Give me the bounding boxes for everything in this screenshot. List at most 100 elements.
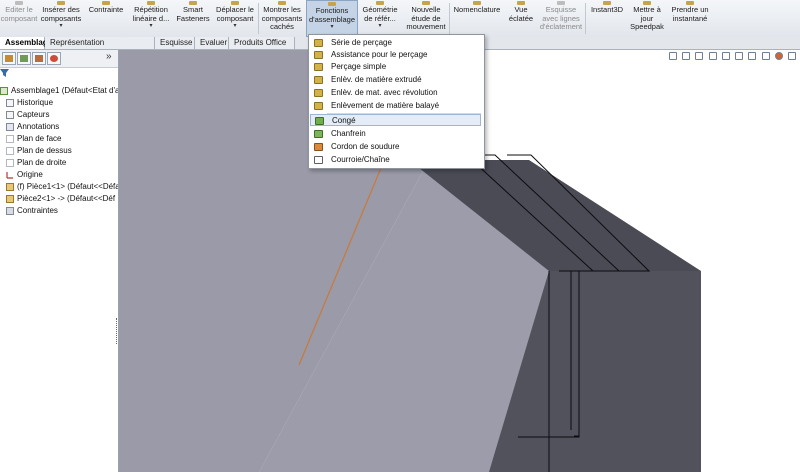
tree-item-label: (f) Pièce1<1> (Défaut<<Défa xyxy=(17,182,119,191)
tree-item-plan-de-face[interactable]: Plan de face xyxy=(6,133,61,145)
bill-of-materials-button[interactable]: Nomenclature xyxy=(450,0,504,37)
display-manager-tab[interactable] xyxy=(47,52,61,65)
tree-item-origine[interactable]: Origine xyxy=(6,169,43,181)
explode-line-sketch-label: Esquisse avec lignes d'éclatement xyxy=(539,5,583,31)
filter-icon[interactable] xyxy=(0,69,10,77)
panel-splitter-handle[interactable] xyxy=(116,318,121,344)
insert-components-label: Insérer des composants xyxy=(40,5,82,23)
chevron-down-icon[interactable]: ▾ xyxy=(307,24,357,30)
chevron-down-icon[interactable]: ▾ xyxy=(128,23,174,29)
exploded-view-button[interactable]: Vue éclatée xyxy=(504,0,538,37)
chamfer-icon xyxy=(314,130,323,138)
tab-esquisse[interactable]: Esquisse xyxy=(155,37,195,49)
speedpak-label: Mettre à jour Speedpak xyxy=(630,5,664,31)
tree-item-piece2[interactable]: Pièce2<1> -> (Défaut<<Déf xyxy=(6,193,115,205)
tab-representation-schematique[interactable]: Représentation schématique xyxy=(45,37,155,59)
menu-item-label: Enlèv. de matière extrudé xyxy=(331,75,422,84)
tree-item-capteurs[interactable]: Capteurs xyxy=(6,109,49,121)
menu-item-revolved-cut[interactable]: Enlèv. de mat. avec révolution xyxy=(310,87,481,99)
reference-geometry-button[interactable]: Géométrie de référ... ▾ xyxy=(358,0,402,37)
mate-button[interactable]: Contrainte xyxy=(84,0,128,37)
menu-item-label: Chanfrein xyxy=(331,129,366,138)
property-manager-tab[interactable] xyxy=(17,52,31,65)
linear-pattern-button[interactable]: Répétition linéaire d... ▾ xyxy=(128,0,174,37)
menu-item-chamfer[interactable]: Chanfrein xyxy=(310,128,481,140)
plane-icon xyxy=(6,146,14,155)
assembly-icon xyxy=(0,86,8,95)
smart-fasteners-button[interactable]: Smart Fasteners xyxy=(174,0,212,37)
swept-cut-icon xyxy=(314,102,323,110)
tab-produits-office[interactable]: Produits Office xyxy=(229,37,295,49)
tree-item-contraintes[interactable]: Contraintes xyxy=(6,205,58,217)
zoom-area-icon[interactable] xyxy=(695,51,704,60)
take-snapshot-button[interactable]: Prendre un instantané xyxy=(666,0,714,37)
menu-item-label: Enlèvement de matière balayé xyxy=(331,101,440,110)
tree-item-plan-de-dessus[interactable]: Plan de dessus xyxy=(6,145,72,157)
menu-item-label: Cordon de soudure xyxy=(331,142,400,151)
expand-panel-icon[interactable]: » xyxy=(106,51,112,62)
mate-label: Contrainte xyxy=(88,5,124,14)
menu-item-label: Enlèv. de mat. avec révolution xyxy=(331,88,438,97)
tree-root-label: Assemblage1 (Défaut<Etat d'affi xyxy=(11,86,119,95)
menu-item-fillet[interactable]: Congé xyxy=(310,114,481,126)
new-motion-study-button[interactable]: Nouvelle étude de mouvement xyxy=(403,0,449,37)
show-hidden-components-button[interactable]: Montrer les composants cachés xyxy=(259,0,305,37)
menu-item-label: Congé xyxy=(332,116,356,125)
chevron-down-icon[interactable]: ▾ xyxy=(38,23,84,29)
edit-component-button[interactable]: Editer le composant xyxy=(0,0,38,37)
tree-item-piece1[interactable]: (f) Pièce1<1> (Défaut<<Défa xyxy=(6,181,119,193)
smart-fasteners-label: Smart Fasteners xyxy=(176,5,210,23)
chevron-down-icon[interactable]: ▾ xyxy=(212,23,258,29)
tree-item-plan-de-droite[interactable]: Plan de droite xyxy=(6,157,66,169)
tree-item-annotations[interactable]: Annotations xyxy=(6,121,59,133)
explode-line-sketch-button[interactable]: Esquisse avec lignes d'éclatement xyxy=(538,0,584,37)
menu-item-swept-cut[interactable]: Enlèvement de matière balayé xyxy=(310,100,481,112)
menu-item-label: Série de perçage xyxy=(331,38,392,47)
tree-item-historique[interactable]: Historique xyxy=(6,97,53,109)
assembly-features-menu: Série de perçage Assistance pour le perç… xyxy=(308,34,485,169)
menu-item-hole-series[interactable]: Série de perçage xyxy=(310,37,481,49)
menu-item-extruded-cut[interactable]: Enlèv. de matière extrudé xyxy=(310,74,481,86)
configuration-manager-tab[interactable] xyxy=(32,52,46,65)
tab-evaluer[interactable]: Evaluer xyxy=(195,37,229,49)
update-speedpak-button[interactable]: Mettre à jour Speedpak xyxy=(628,0,666,37)
feature-tree-icon xyxy=(5,55,13,62)
move-component-button[interactable]: Déplacer le composant ▾ xyxy=(212,0,258,37)
view-orientation-icon[interactable] xyxy=(721,51,730,60)
tree-item-label: Historique xyxy=(17,98,54,107)
extruded-cut-icon xyxy=(314,76,323,84)
assembly-features-label: Fonctions d'assemblage xyxy=(308,6,356,24)
zoom-fit-icon[interactable] xyxy=(682,51,691,60)
plane-icon xyxy=(6,134,14,143)
view-settings-icon[interactable] xyxy=(788,51,796,60)
bom-label: Nomenclature xyxy=(453,5,501,14)
menu-item-weld-bead[interactable]: Cordon de soudure xyxy=(310,141,481,153)
display-manager-icon xyxy=(50,55,58,62)
menu-item-hole-wizard[interactable]: Assistance pour le perçage xyxy=(310,49,481,61)
display-style-icon[interactable] xyxy=(735,51,744,60)
chevron-down-icon[interactable]: ▾ xyxy=(358,23,402,29)
section-view-icon[interactable] xyxy=(708,51,717,60)
command-manager-ribbon: Editer le composant Insérer des composan… xyxy=(0,0,800,38)
assembly-features-button[interactable]: Fonctions d'assemblage ▾ xyxy=(306,0,358,37)
menu-item-label: Assistance pour le perçage xyxy=(331,50,428,59)
tree-root-assembly[interactable]: Assemblage1 (Défaut<Etat d'affi xyxy=(0,85,119,97)
origin-icon xyxy=(6,170,14,179)
previous-view-icon[interactable] xyxy=(668,51,677,60)
menu-item-belt-chain[interactable]: Courroie/Chaîne xyxy=(310,154,481,166)
fillet-icon xyxy=(315,117,324,125)
tab-assemblage[interactable]: Assemblage xyxy=(0,37,52,49)
hole-series-icon xyxy=(314,39,323,47)
menu-item-simple-hole[interactable]: Perçage simple xyxy=(310,61,481,73)
plane-icon xyxy=(6,158,14,167)
edit-appearance-icon[interactable] xyxy=(761,51,770,60)
annotations-icon xyxy=(6,122,14,131)
scene-icon[interactable] xyxy=(774,51,783,60)
edit-component-label: Editer le composant xyxy=(0,5,38,23)
property-manager-icon xyxy=(20,55,28,62)
hide-show-icon[interactable] xyxy=(748,51,757,60)
feature-manager-tab[interactable] xyxy=(2,52,16,65)
instant3d-button[interactable]: Instant3D xyxy=(586,0,628,37)
motion-study-label: Nouvelle étude de mouvement xyxy=(406,5,446,31)
insert-components-button[interactable]: Insérer des composants ▾ xyxy=(38,0,84,37)
